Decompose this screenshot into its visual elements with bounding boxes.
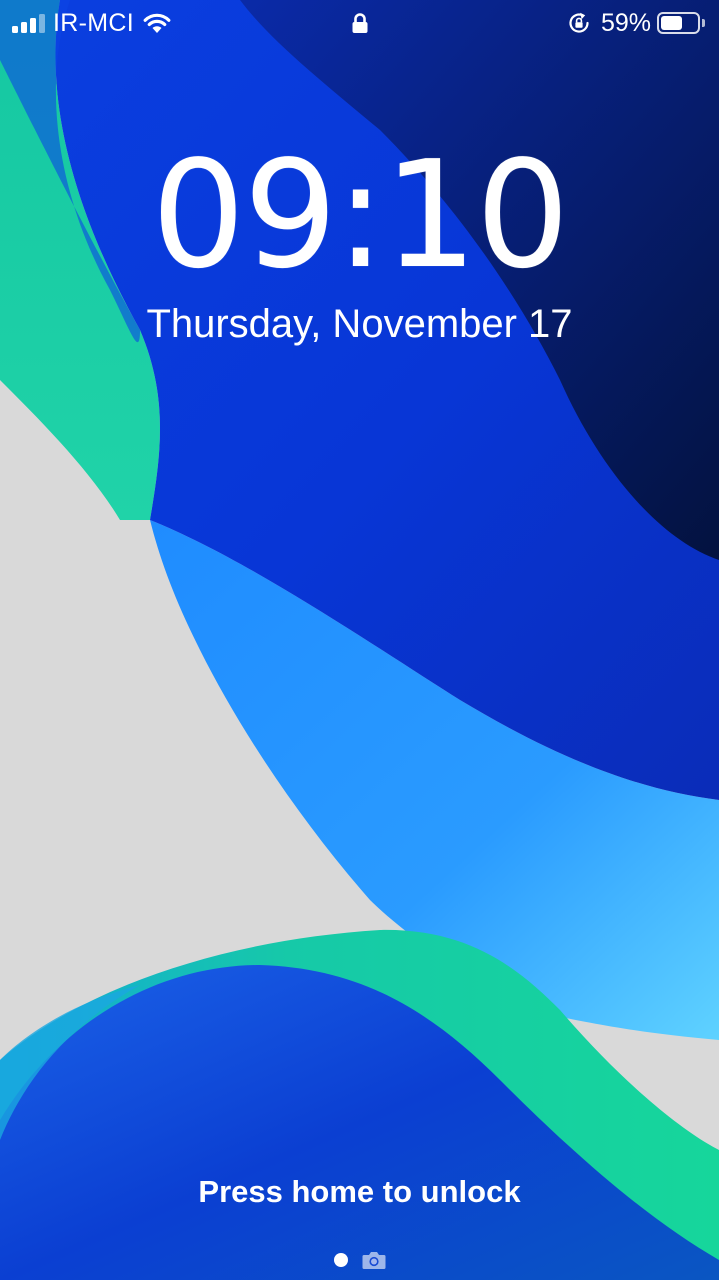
wifi-icon (143, 13, 171, 33)
page-dot[interactable] (333, 1253, 348, 1267)
battery-icon (657, 12, 707, 34)
carrier-name: IR-MCI (53, 8, 134, 37)
camera-icon[interactable] (362, 1250, 386, 1270)
status-bar-right: 59% (567, 8, 707, 38)
page-indicator (0, 1246, 719, 1274)
unlock-hint: Press home to unlock (198, 1174, 521, 1209)
status-bar-left: IR-MCI (12, 8, 172, 38)
battery-percentage: 59% (600, 8, 651, 37)
lock-screen-time: 09:10 (151, 129, 570, 301)
status-bar: IR-MCI 59% (0, 0, 719, 48)
lock-screen-date: Thursday, November 17 (146, 302, 573, 346)
rotation-lock-icon (569, 12, 589, 33)
signal-icon (12, 13, 45, 33)
lock-icon (352, 13, 368, 33)
